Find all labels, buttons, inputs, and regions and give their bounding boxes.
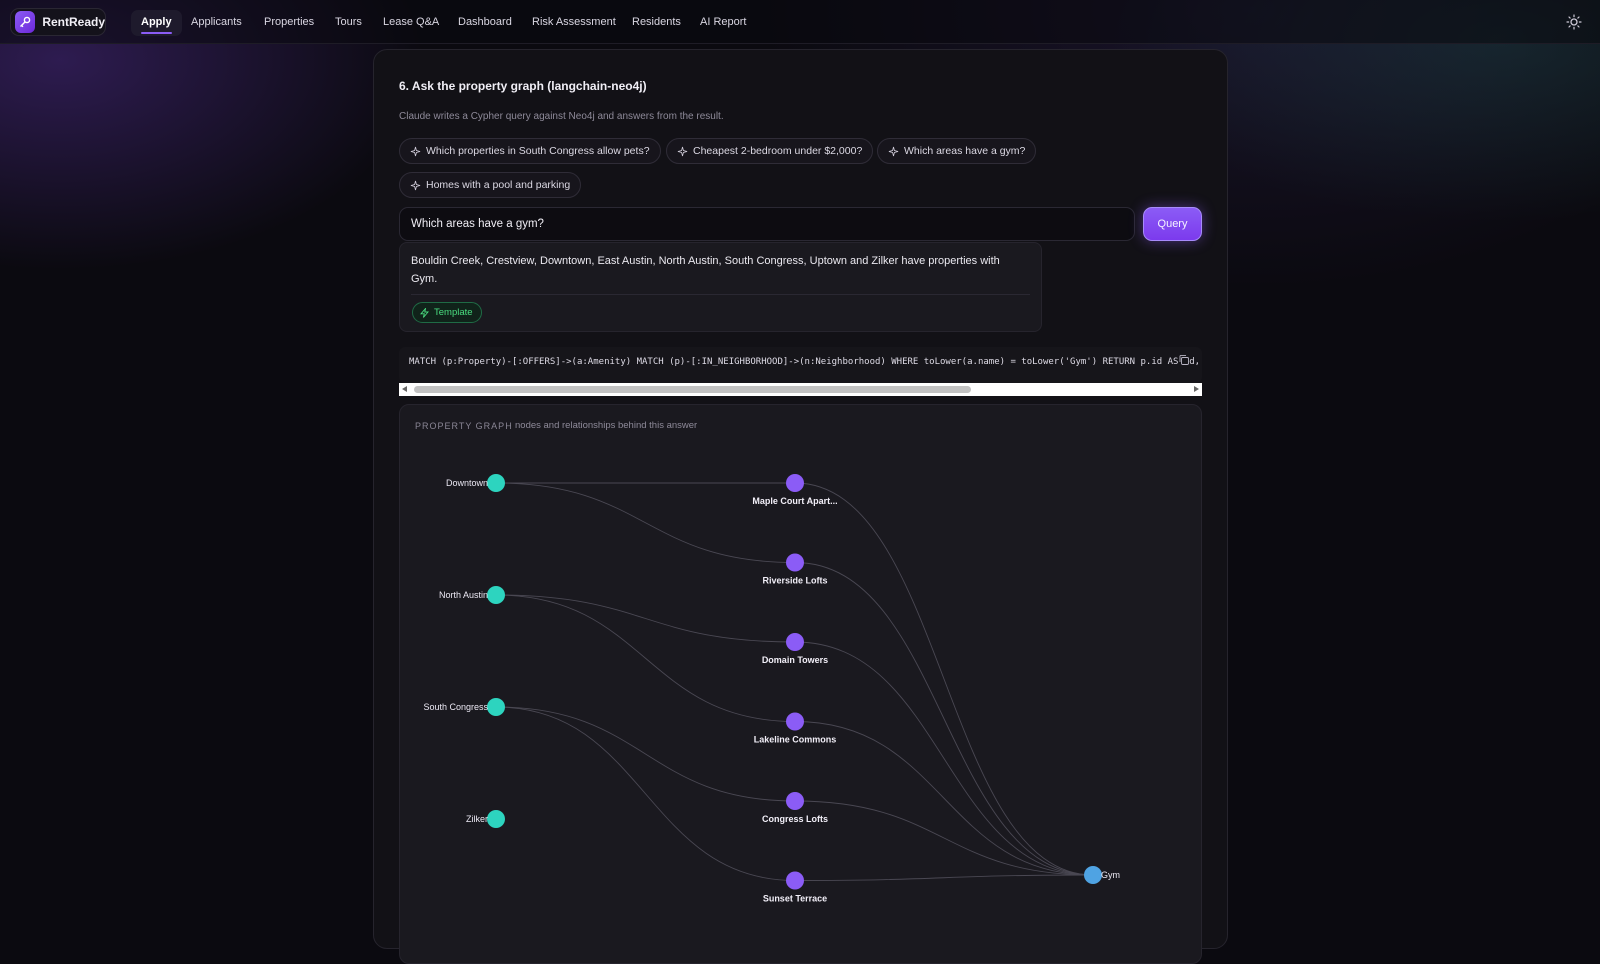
property-label: Riverside Lofts: [762, 576, 827, 586]
query-button[interactable]: Query: [1143, 207, 1202, 241]
neighborhood-node[interactable]: [487, 474, 505, 492]
neighborhood-label: South Congress: [423, 702, 488, 712]
graph-edge: [794, 874, 1094, 881]
answer-text: Bouldin Creek, Crestview, Downtown, East…: [411, 255, 1000, 285]
suggestion-label: Homes with a pool and parking: [426, 179, 571, 191]
sparkle-icon: [677, 146, 688, 156]
suggestion-chip[interactable]: Which properties in South Congress allow…: [399, 138, 661, 164]
nav-lease-qa[interactable]: Lease Q&A: [373, 10, 449, 36]
brand-logo-button[interactable]: RentReady: [10, 8, 106, 36]
graph-edge: [495, 594, 796, 722]
property-node[interactable]: [786, 871, 804, 890]
property-graph[interactable]: Downtown North Austin South Congress Zilker…: [400, 405, 1202, 964]
nav-applicants[interactable]: Applicants: [181, 10, 252, 36]
neighborhood-label: Downtown: [446, 478, 488, 488]
nav-tours[interactable]: Tours: [325, 10, 372, 36]
nav-dashboard[interactable]: Dashboard: [448, 10, 522, 36]
amenity-label: Gym: [1101, 870, 1120, 880]
suggestion-label: Which properties in South Congress allow…: [426, 145, 650, 157]
sun-icon[interactable]: [1565, 13, 1583, 31]
sparkle-icon: [410, 180, 421, 190]
copy-icon[interactable]: [1178, 353, 1190, 371]
badge-label: Template: [434, 307, 473, 318]
suggestion-chip[interactable]: Homes with a pool and parking: [399, 172, 582, 198]
cypher-code-block[interactable]: MATCH (p:Property)-[:OFFERS]->(a:Amenity…: [399, 347, 1202, 383]
property-node[interactable]: [786, 633, 804, 651]
property-graph-card: PROPERTY GRAPH nodes and relationships b…: [399, 404, 1202, 964]
nav-ai-report[interactable]: AI Report: [690, 10, 756, 36]
property-node[interactable]: [786, 712, 804, 731]
graph-edge: [495, 482, 796, 563]
property-node[interactable]: [786, 792, 804, 810]
horizontal-scrollbar[interactable]: [399, 383, 1202, 396]
suggestion-label: Cheapest 2-bedroom under $2,000?: [693, 145, 863, 157]
key-icon: [15, 11, 36, 33]
property-label: Congress Lofts: [762, 814, 828, 824]
brand-name: RentReady: [42, 15, 105, 29]
lightning-icon: [420, 307, 429, 318]
property-label: Lakeline Commons: [754, 735, 837, 745]
suggestion-chip[interactable]: Which areas have a gym?: [877, 138, 1037, 164]
property-label: Domain Towers: [762, 655, 828, 665]
section-subtitle: Claude writes a Cypher query against Neo…: [399, 111, 724, 122]
graph-edge: [794, 721, 1094, 876]
suggestion-label: Which areas have a gym?: [904, 145, 1026, 157]
sparkle-icon: [888, 146, 899, 156]
cypher-query: MATCH (p:Property)-[:OFFERS]->(a:Amenity…: [409, 357, 1202, 367]
nav-residents[interactable]: Residents: [622, 10, 691, 36]
neighborhood-node[interactable]: [487, 698, 505, 716]
graph-edge: [794, 641, 1094, 876]
graph-edge: [495, 706, 796, 881]
graph-query-panel: 6. Ask the property graph (langchain-neo…: [373, 49, 1228, 964]
neighborhood-node[interactable]: [487, 810, 505, 828]
neighborhood-label: Zilker: [466, 814, 488, 824]
scroll-right-arrow-icon[interactable]: [1194, 386, 1199, 392]
query-input[interactable]: Which areas have a gym?: [399, 207, 1135, 241]
property-node[interactable]: [786, 474, 804, 492]
divider: [411, 294, 1030, 295]
nav-risk-assessment[interactable]: Risk Assessment: [522, 10, 626, 36]
property-node[interactable]: [786, 553, 804, 572]
graph-edge: [794, 482, 1094, 876]
suggestion-chip[interactable]: Cheapest 2-bedroom under $2,000?: [666, 138, 874, 164]
property-label: Sunset Terrace: [763, 894, 827, 904]
neighborhood-node[interactable]: [487, 586, 505, 604]
property-label: Maple Court Apart...: [752, 496, 837, 506]
section-title: 6. Ask the property graph (langchain-neo…: [399, 79, 647, 93]
template-badge: Template: [412, 302, 482, 323]
nav-properties[interactable]: Properties: [254, 10, 324, 36]
top-nav: RentReady Apply Applicants Properties To…: [0, 0, 1600, 44]
graph-edge: [794, 562, 1094, 876]
amenity-node[interactable]: [1084, 866, 1102, 884]
nav-apply[interactable]: Apply: [131, 10, 182, 36]
neighborhood-label: North Austin: [439, 590, 488, 600]
answer-card: Bouldin Creek, Crestview, Downtown, East…: [399, 242, 1042, 332]
graph-edge: [495, 706, 796, 802]
graph-edge: [495, 594, 796, 643]
sparkle-icon: [410, 146, 421, 156]
scrollbar-thumb[interactable]: [414, 386, 971, 393]
scroll-left-arrow-icon[interactable]: [402, 386, 407, 392]
